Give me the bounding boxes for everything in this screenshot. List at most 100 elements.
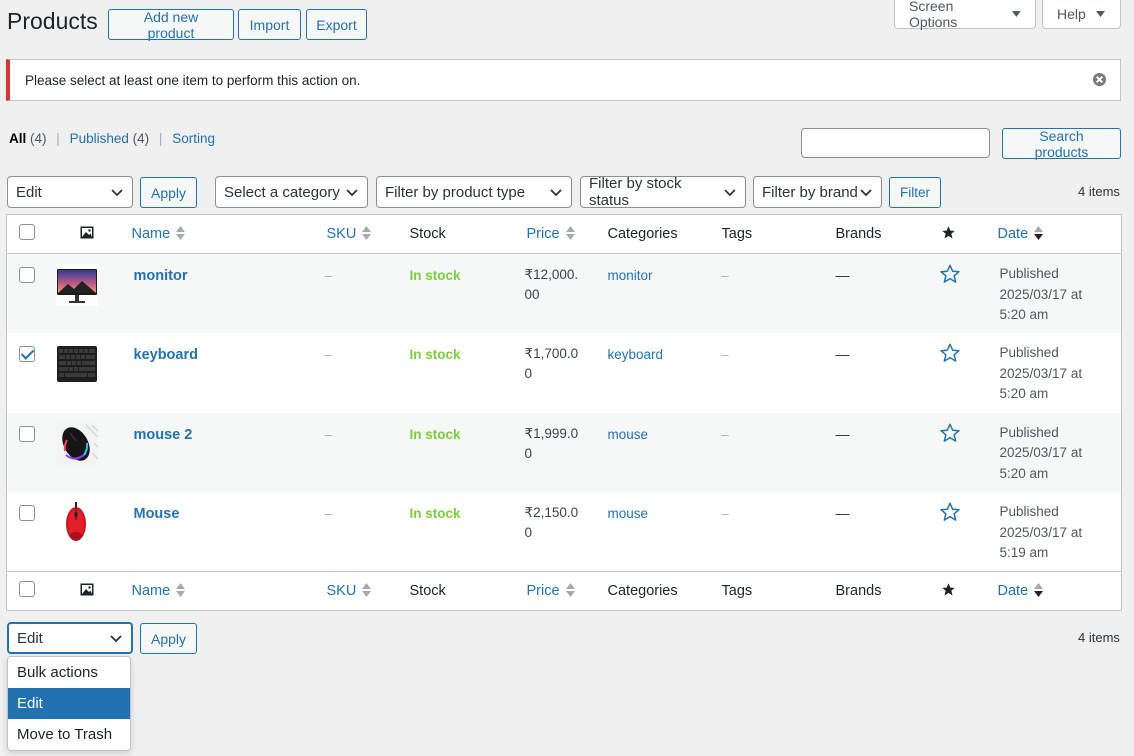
apply-button-top[interactable]: Apply xyxy=(140,177,197,208)
column-stock-footer: Stock xyxy=(409,583,446,599)
export-button[interactable]: Export xyxy=(306,9,367,40)
search-input[interactable] xyxy=(801,128,990,158)
help-button[interactable]: Help xyxy=(1042,0,1121,29)
stock-status: In stock xyxy=(409,347,461,362)
table-row: monitor – In stock ₹12,000.00 monitor – — Publi… xyxy=(6,253,1122,333)
product-thumbnail[interactable] xyxy=(55,502,125,544)
column-name[interactable]: Name xyxy=(132,226,186,242)
dismiss-icon[interactable] xyxy=(1092,72,1107,87)
featured-star-icon[interactable] xyxy=(939,342,961,364)
notice-text: Please select at least one item to perfo… xyxy=(25,72,361,88)
table-row: mouse 2 – In stock ₹1,999.00 mouse – — Publishe… xyxy=(6,412,1122,492)
brand-filter-select[interactable]: Filter by brand xyxy=(753,176,882,208)
row-checkbox[interactable] xyxy=(19,425,35,442)
bulk-actions-selected-bottom: Edit xyxy=(17,629,43,647)
stock-status: In stock xyxy=(409,506,461,521)
column-price-footer[interactable]: Price xyxy=(527,583,575,599)
bulk-action-option[interactable]: Bulk actions xyxy=(8,657,130,688)
view-all[interactable]: All xyxy=(9,131,26,146)
category-filter-select[interactable]: Select a category xyxy=(215,176,368,208)
bulk-actions-select-bottom[interactable]: Edit xyxy=(7,622,133,654)
view-published[interactable]: Published xyxy=(70,131,129,146)
product-tags: – xyxy=(721,426,729,442)
bulk-action-option[interactable]: Move to Trash xyxy=(8,719,130,750)
featured-star-icon xyxy=(941,225,955,238)
column-tags-footer: Tags xyxy=(721,583,753,599)
sort-icon xyxy=(565,583,575,597)
product-sku: – xyxy=(324,506,332,521)
sort-desc-icon xyxy=(1034,583,1044,597)
column-brands: Brands xyxy=(835,226,882,242)
select-all-checkbox[interactable] xyxy=(19,224,35,240)
product-price: ₹12,000.00 xyxy=(524,267,579,302)
stock-status: In stock xyxy=(409,426,461,442)
view-sorting[interactable]: Sorting xyxy=(172,131,215,146)
product-date: Published 2025/03/17 at 5:20 am xyxy=(999,424,1083,481)
product-category-link[interactable]: mouse xyxy=(608,427,649,442)
sort-icon xyxy=(362,226,372,240)
products-table: Name SKU Stock Price Categories Tags Bra… xyxy=(6,214,1122,611)
product-category-link[interactable]: mouse xyxy=(608,506,649,521)
stock-status-filter-label: Filter by stock status xyxy=(589,175,682,209)
product-name-link[interactable]: mouse 2 xyxy=(134,427,193,443)
product-price: ₹2,150.00 xyxy=(524,505,579,540)
product-category-link[interactable]: keyboard xyxy=(608,347,664,362)
chevron-down-icon xyxy=(860,189,872,197)
product-thumbnail[interactable] xyxy=(55,343,125,385)
product-brands: — xyxy=(835,505,850,521)
column-sku[interactable]: SKU xyxy=(327,226,372,242)
bulk-actions-dropdown: Bulk actions Edit Move to Trash xyxy=(7,656,131,751)
column-brands-footer: Brands xyxy=(835,583,882,599)
product-brands: — xyxy=(835,267,850,283)
stock-status-filter-select[interactable]: Filter by stock status xyxy=(580,175,746,209)
product-sku: – xyxy=(324,347,332,362)
column-name-footer[interactable]: Name xyxy=(132,583,186,599)
bulk-actions-select-top[interactable]: Edit xyxy=(7,176,133,208)
product-name-link[interactable]: Mouse xyxy=(134,506,180,522)
column-categories: Categories xyxy=(607,226,678,242)
chevron-down-icon xyxy=(724,189,736,197)
stock-status: In stock xyxy=(409,268,461,283)
row-checkbox[interactable] xyxy=(19,346,35,362)
product-name-link[interactable]: monitor xyxy=(134,268,188,284)
column-price[interactable]: Price xyxy=(527,226,575,242)
product-thumbnail[interactable] xyxy=(55,264,125,306)
search-products-button[interactable]: Search products xyxy=(1002,128,1121,160)
product-type-filter-select[interactable]: Filter by product type xyxy=(376,176,572,208)
sort-icon xyxy=(565,226,575,240)
product-date: Published 2025/03/17 at 5:19 am xyxy=(999,504,1083,560)
product-category-link[interactable]: monitor xyxy=(608,268,653,283)
bulk-action-option[interactable]: Edit xyxy=(8,688,130,719)
chevron-down-icon xyxy=(110,635,122,643)
product-date: Published 2025/03/17 at 5:20 am xyxy=(999,266,1083,322)
product-thumbnail[interactable] xyxy=(55,422,125,465)
sort-icon xyxy=(362,583,372,597)
product-brands: — xyxy=(835,425,850,442)
column-sku-footer[interactable]: SKU xyxy=(327,583,372,599)
error-notice: Please select at least one item to perfo… xyxy=(6,59,1121,101)
product-tags: – xyxy=(721,268,729,283)
add-new-product-button[interactable]: Add new product xyxy=(108,9,234,41)
import-button[interactable]: Import xyxy=(238,9,301,40)
product-brands: — xyxy=(835,346,850,362)
table-footer-row: Name SKU Stock Price Categories Tags Bra… xyxy=(6,571,1122,611)
product-price: ₹1,700.00 xyxy=(524,346,579,381)
sort-icon xyxy=(176,226,186,240)
featured-star-icon[interactable] xyxy=(939,422,961,444)
screen-options-button[interactable]: Screen Options xyxy=(894,0,1036,30)
status-views: All (4) | Published (4) | Sorting xyxy=(9,131,215,146)
image-icon xyxy=(80,226,93,238)
select-all-checkbox-footer[interactable] xyxy=(19,581,35,597)
column-date-footer[interactable]: Date xyxy=(998,583,1044,599)
row-checkbox[interactable] xyxy=(19,267,35,283)
featured-star-icon[interactable] xyxy=(939,501,961,523)
apply-button-bottom[interactable]: Apply xyxy=(140,623,197,654)
caret-down-icon xyxy=(1012,11,1021,17)
column-date[interactable]: Date xyxy=(998,226,1044,242)
featured-star-icon[interactable] xyxy=(939,263,961,285)
product-name-link[interactable]: keyboard xyxy=(134,347,198,363)
row-checkbox[interactable] xyxy=(19,505,35,521)
category-filter-label: Select a category xyxy=(224,183,340,201)
filter-button[interactable]: Filter xyxy=(889,177,941,208)
items-count-bottom: 4 items xyxy=(1078,630,1120,645)
